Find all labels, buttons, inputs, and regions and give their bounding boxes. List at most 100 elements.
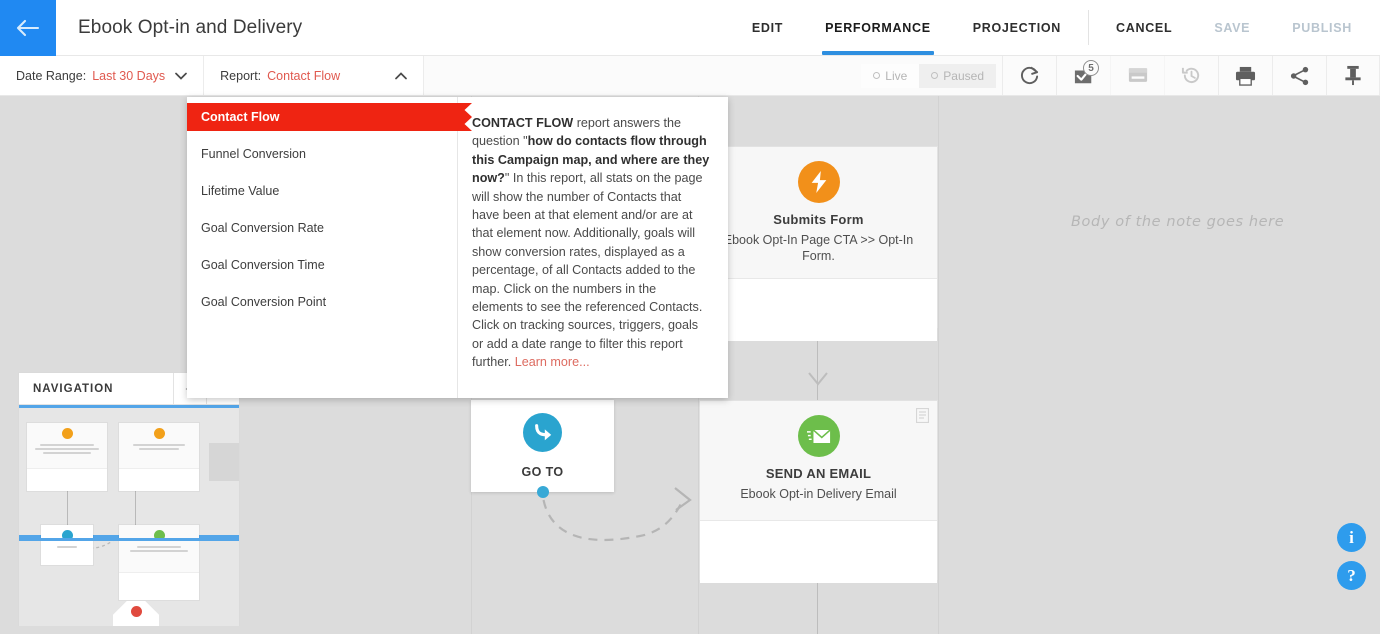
report-option-goal-conversion-rate[interactable]: Goal Conversion Rate <box>187 214 457 242</box>
email-icon <box>797 415 840 457</box>
cancel-button[interactable]: CANCEL <box>1095 0 1193 55</box>
map-node-submits-form[interactable]: Submits Form Ebook Opt-In Page CTA >> Op… <box>699 146 938 341</box>
note-attachment-icon[interactable] <box>915 407 930 428</box>
tab-performance[interactable]: PERFORMANCE <box>804 0 952 55</box>
tab-projection[interactable]: PROJECTION <box>952 0 1082 55</box>
connector-line <box>817 581 818 634</box>
minimap-node[interactable] <box>119 423 199 491</box>
toolbar-spacer <box>424 56 862 95</box>
history-button[interactable] <box>1164 56 1218 95</box>
minimap-node-icon <box>61 428 73 439</box>
navigation-panel[interactable]: NAVIGATION – + <box>18 372 240 626</box>
canvas-column-divider <box>938 96 939 634</box>
report-description-panel: CONTACT FLOW report answers the question… <box>458 97 728 398</box>
canvas-note-body: Body of the note goes here <box>1071 214 1285 230</box>
back-button[interactable] <box>0 0 56 56</box>
minimap-node[interactable] <box>27 423 107 491</box>
report-option-goal-conversion-time[interactable]: Goal Conversion Time <box>187 251 457 279</box>
minimap-node[interactable] <box>119 525 199 600</box>
chevron-up-icon <box>395 69 408 83</box>
filters-toolbar: Date Range: Last 30 Days Report: Contact… <box>0 56 1380 96</box>
minimap-connector <box>135 491 136 525</box>
tab-edit[interactable]: EDIT <box>731 0 804 55</box>
report-option-label: Goal Conversion Point <box>201 295 327 309</box>
minimap-viewport-edge[interactable] <box>19 538 239 541</box>
minimap-node-icon <box>153 428 165 439</box>
dropdown-gap <box>187 279 457 288</box>
live-label: Live <box>885 68 908 83</box>
publish-button[interactable]: PUBLISH <box>1271 0 1380 55</box>
minimap-node[interactable] <box>41 525 93 565</box>
map-node-send-an-email[interactable]: SEND AN EMAIL Ebook Opt-in Delivery Emai… <box>699 400 938 583</box>
toolbar-actions: 5 <box>1002 56 1380 95</box>
header-spacer <box>302 0 731 55</box>
node-subtitle: Ebook Opt-in Delivery Email <box>740 487 897 501</box>
date-range-value: Last 30 Days <box>92 68 166 83</box>
report-option-goal-conversion-point[interactable]: Goal Conversion Point <box>187 288 457 316</box>
minimap-note <box>209 443 239 481</box>
info-button[interactable]: i <box>1337 523 1366 552</box>
report-options-list[interactable]: Contact Flow Funnel Conversion Lifetime … <box>187 97 472 398</box>
pin-button[interactable] <box>1326 56 1380 95</box>
app-header: Ebook Opt-in and Delivery EDIT PERFORMAN… <box>0 0 1380 56</box>
node-title: Submits Form <box>773 212 864 227</box>
node-header: Submits Form Ebook Opt-In Page CTA >> Op… <box>700 147 937 279</box>
navigation-title: NAVIGATION <box>33 382 114 395</box>
share-button[interactable] <box>1272 56 1326 95</box>
node-title: SEND AN EMAIL <box>765 466 872 481</box>
report-option-label: Goal Conversion Time <box>201 258 325 272</box>
node-stats-area[interactable] <box>700 521 937 583</box>
report-option-contact-flow[interactable]: Contact Flow <box>187 103 472 131</box>
paused-label: Paused <box>943 68 984 83</box>
page-title: Ebook Opt-in and Delivery <box>78 16 303 38</box>
map-node-go-to[interactable]: GO TO <box>471 400 614 498</box>
refresh-button[interactable] <box>1002 56 1056 95</box>
history-icon <box>1181 67 1200 84</box>
report-description-part2: " In this report, all stats on the page … <box>472 171 703 370</box>
minimap-node-stop[interactable] <box>113 601 159 626</box>
report-label: Report: <box>220 68 262 83</box>
report-option-label: Goal Conversion Rate <box>201 221 324 235</box>
date-range-selector[interactable]: Date Range: Last 30 Days <box>0 56 205 95</box>
report-selector[interactable]: Report: Contact Flow <box>204 56 425 95</box>
report-option-funnel-conversion[interactable]: Funnel Conversion <box>187 140 457 168</box>
live-paused-toggle[interactable]: Live Paused <box>861 63 996 88</box>
report-option-lifetime-value[interactable]: Lifetime Value <box>187 177 457 205</box>
report-option-label: Contact Flow <box>201 110 280 124</box>
approve-button[interactable]: 5 <box>1056 56 1110 95</box>
goto-dashed-connector <box>540 483 692 542</box>
header-divider <box>1088 10 1090 45</box>
node-subtitle: Ebook Opt-In Page CTA >> Opt-In Form. <box>723 233 914 263</box>
arrow-left-icon <box>16 19 40 37</box>
goto-arrow-icon <box>523 413 562 452</box>
help-button[interactable]: ? <box>1337 561 1366 590</box>
report-option-label: Lifetime Value <box>201 184 280 198</box>
dropdown-gap <box>187 131 457 140</box>
report-value: Contact Flow <box>267 68 341 83</box>
live-button[interactable]: Live <box>861 63 920 88</box>
report-option-label: Funnel Conversion <box>201 147 306 161</box>
paused-dot-icon <box>931 72 939 79</box>
connector-arrowhead-icon <box>808 372 828 386</box>
report-description-lead: CONTACT FLOW <box>472 116 574 130</box>
refresh-icon <box>1020 66 1039 85</box>
paused-button[interactable]: Paused <box>919 63 996 88</box>
approve-badge: 5 <box>1083 60 1099 76</box>
print-icon <box>1235 66 1256 86</box>
learn-more-link[interactable]: Learn more... <box>515 355 590 369</box>
print-button[interactable] <box>1218 56 1272 95</box>
live-dot-icon <box>873 72 881 79</box>
navigation-minimap[interactable] <box>19 405 239 626</box>
notes-button[interactable] <box>1110 56 1164 95</box>
chevron-down-icon <box>175 69 188 83</box>
goto-connection-handle[interactable] <box>536 486 549 498</box>
node-title: GO TO <box>521 465 564 479</box>
node-stats-area[interactable] <box>700 279 937 341</box>
dropdown-gap <box>187 168 457 177</box>
minimap-connector <box>67 491 68 525</box>
report-dropdown-menu[interactable]: Contact Flow Funnel Conversion Lifetime … <box>187 97 728 398</box>
share-icon <box>1290 66 1308 85</box>
notes-icon <box>1128 68 1147 82</box>
header-tabs: EDIT PERFORMANCE PROJECTION CANCEL SAVE … <box>731 0 1380 55</box>
save-button[interactable]: SAVE <box>1193 0 1271 55</box>
